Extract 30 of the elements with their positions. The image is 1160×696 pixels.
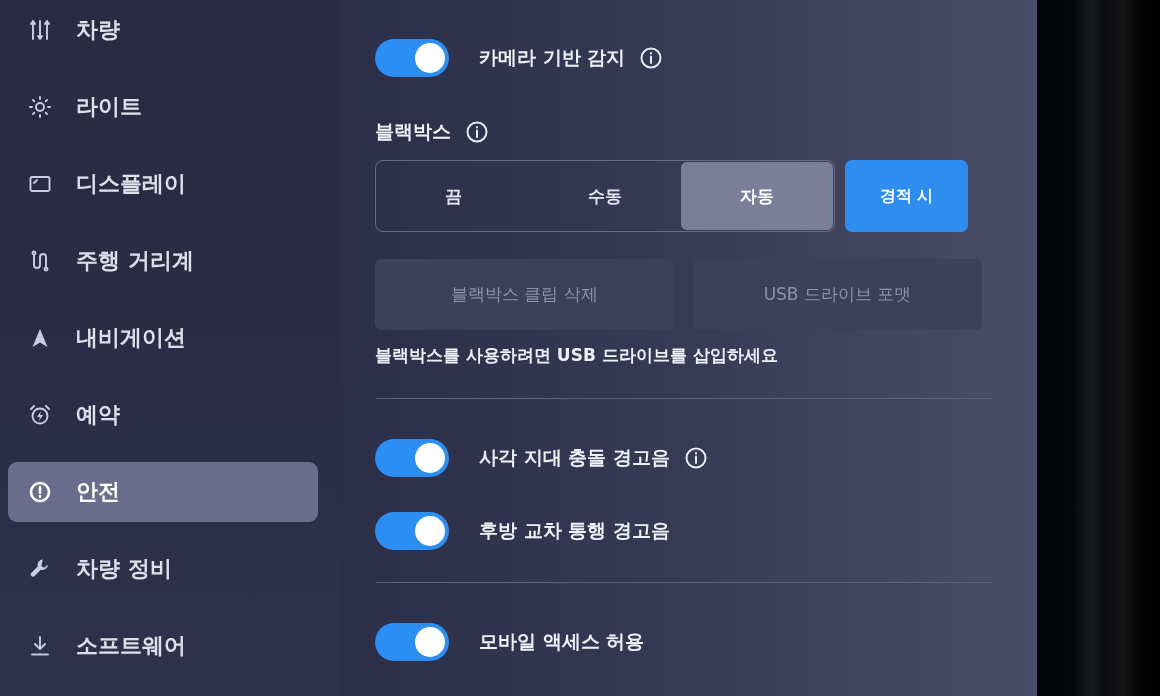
sidebar-item[interactable]: 디스플레이 <box>8 154 318 214</box>
toggle-switch[interactable] <box>375 39 449 77</box>
segment-option[interactable]: 수동 <box>529 162 681 230</box>
section-heading: 블랙박스 <box>375 119 451 144</box>
sidebar-item[interactable]: 차량 정비 <box>8 539 318 599</box>
info-icon[interactable] <box>683 446 708 470</box>
sidebar-item[interactable]: 라이트 <box>8 77 318 137</box>
setting-label: 모바일 액세스 허용 <box>479 629 645 654</box>
setting-label: 후방 교차 통행 경고음 <box>479 518 670 543</box>
segment-option[interactable]: 자동 <box>681 162 833 230</box>
sidebar-item[interactable]: 안전 <box>8 462 318 522</box>
sliders-icon <box>28 18 52 42</box>
info-icon[interactable] <box>639 46 664 70</box>
info-message: 블랙박스를 사용하려면 USB 드라이브를 삽입하세요 <box>375 344 778 367</box>
alert-icon <box>28 480 52 504</box>
sidebar-item[interactable]: 예약 <box>8 385 318 445</box>
sidebar-item[interactable]: 차량 <box>8 0 318 60</box>
download-icon <box>28 634 52 658</box>
sidebar-item[interactable]: 소프트웨어 <box>8 616 318 676</box>
setting-label: 카메라 기반 감지 <box>479 45 626 70</box>
toggle-switch[interactable] <box>375 512 449 550</box>
sidebar-item[interactable]: 주행 거리계 <box>8 231 318 291</box>
toggle-switch[interactable] <box>375 623 449 661</box>
sun-icon <box>28 95 52 119</box>
alarm-clock-icon <box>28 403 52 427</box>
sidebar-item[interactable]: 내비게이션 <box>8 308 318 368</box>
info-icon[interactable] <box>465 120 489 144</box>
toggle-switch[interactable] <box>375 439 449 477</box>
setting-label: 사각 지대 충돌 경고음 <box>479 445 670 470</box>
segment-option[interactable]: 끔 <box>377 162 529 230</box>
